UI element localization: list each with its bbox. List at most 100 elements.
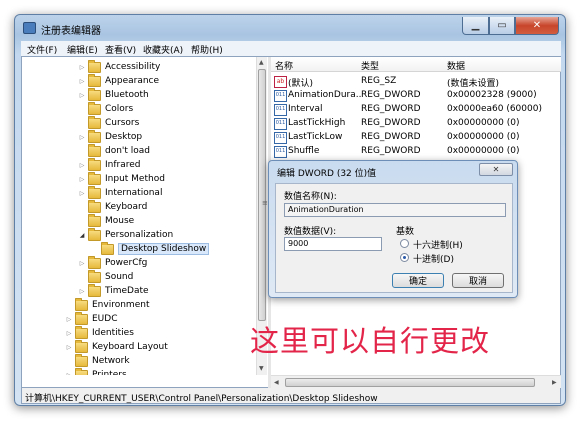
expand-arrow-icon[interactable]: ▷: [78, 288, 86, 295]
tree-node-label: Bluetooth: [105, 90, 149, 100]
maximize-button[interactable]: ▭: [489, 17, 515, 35]
tree-node[interactable]: ▷ Appearance: [78, 73, 159, 88]
tree-node[interactable]: Keyboard: [78, 199, 148, 214]
column-data-header[interactable]: 数据: [447, 59, 465, 72]
expand-arrow-icon[interactable]: ▷: [78, 162, 86, 169]
decimal-radio-label[interactable]: 十进制(D): [413, 252, 454, 265]
hex-radio-label[interactable]: 十六进制(H): [413, 238, 463, 251]
tree-node[interactable]: Cursors: [78, 115, 140, 130]
expand-arrow-icon[interactable]: ▷: [65, 372, 73, 376]
binary-value-icon: 011: [274, 90, 287, 102]
string-value-icon: ab: [274, 76, 287, 88]
tree-node[interactable]: Colors: [78, 101, 133, 116]
list-scroll-thumb[interactable]: [285, 378, 535, 387]
tree-node-label: Personalization: [105, 230, 174, 240]
tree-node[interactable]: don't load: [78, 143, 150, 158]
tree-node-label: Mouse: [105, 216, 135, 226]
menu-favorites[interactable]: 收藏夹(A): [143, 43, 183, 56]
scroll-down-icon[interactable]: ▼: [259, 365, 264, 372]
tree-node[interactable]: ▷ Desktop: [78, 129, 142, 144]
tree-node-label: International: [105, 188, 163, 198]
ok-button[interactable]: 确定: [392, 273, 444, 288]
tree-node[interactable]: ▷ TimeDate: [78, 283, 149, 298]
tree-node-label: Desktop Slideshow: [118, 243, 210, 255]
tree-node[interactable]: ▷ Identities: [65, 325, 134, 340]
list-horizontal-scrollbar[interactable]: ◀ ▶: [271, 375, 561, 388]
tree-node[interactable]: Mouse: [78, 213, 135, 228]
expand-arrow-icon[interactable]: ▷: [65, 330, 73, 337]
cancel-button[interactable]: 取消: [452, 273, 504, 288]
decimal-radio[interactable]: [400, 253, 409, 262]
scroll-up-icon[interactable]: ▲: [259, 59, 264, 66]
title-bar[interactable]: 注册表编辑器 ▁ ▭ ✕: [15, 15, 565, 41]
tree-node[interactable]: ▷ Bluetooth: [78, 87, 149, 102]
tree-node[interactable]: ▷ Input Method: [78, 171, 165, 186]
menu-help[interactable]: 帮助(H): [191, 43, 223, 56]
list-item[interactable]: 011 Shuffle REG_DWORD 0x00000000 (0): [271, 144, 561, 158]
tree-node[interactable]: ▷ Keyboard Layout: [65, 339, 168, 354]
dialog-body: 数值名称(N): AnimationDuration 数值数据(V): 9000…: [275, 183, 513, 293]
tree-node-label: Identities: [92, 328, 134, 338]
tree-node[interactable]: ▷ Accessibility: [78, 59, 160, 74]
hex-radio[interactable]: [400, 239, 409, 248]
tree-node-label: Keyboard: [105, 202, 148, 212]
list-item[interactable]: 011 LastTickLow REG_DWORD 0x00000000 (0): [271, 130, 561, 144]
folder-icon: [75, 367, 88, 375]
expand-arrow-icon[interactable]: ▷: [78, 176, 86, 183]
tree-scroll-thumb[interactable]: [258, 69, 266, 321]
dialog-close-button[interactable]: ✕: [479, 163, 513, 176]
expand-arrow-icon[interactable]: ▷: [78, 134, 86, 141]
tree-node-label: Cursors: [105, 118, 140, 128]
tree-node[interactable]: ▷ PowerCfg: [78, 255, 148, 270]
tree-node[interactable]: ▷ International: [78, 185, 163, 200]
tree-node[interactable]: Sound: [78, 269, 134, 284]
binary-value-icon: 011: [274, 104, 287, 116]
annotation-text: 这里可以自行更改: [250, 324, 491, 358]
expand-arrow-icon[interactable]: ▷: [78, 78, 86, 85]
tree-node[interactable]: ▷ EUDC: [65, 311, 118, 326]
list-item[interactable]: 011 LastTickHigh REG_DWORD 0x00000000 (0): [271, 116, 561, 130]
column-type-header[interactable]: 类型: [361, 59, 379, 72]
menu-bar: 文件(F) 编辑(E) 查看(V) 收藏夹(A) 帮助(H): [21, 41, 561, 56]
expand-arrow-icon[interactable]: ▷: [78, 260, 86, 267]
expand-arrow-icon[interactable]: ▷: [78, 64, 86, 71]
tree-node[interactable]: ▷ Printers: [65, 367, 127, 376]
collapse-arrow-icon[interactable]: ◢: [78, 232, 86, 239]
list-item[interactable]: 011 AnimationDura... REG_DWORD 0x00002328 (…: [271, 88, 561, 102]
tree-node-label: TimeDate: [105, 286, 149, 296]
folder-icon: [88, 143, 101, 157]
cell-type: REG_DWORD: [361, 90, 421, 100]
cell-name: LastTickHigh: [288, 118, 346, 128]
expand-arrow-icon[interactable]: ▷: [78, 92, 86, 99]
tree-node[interactable]: Environment: [65, 297, 149, 312]
menu-edit[interactable]: 编辑(E): [67, 43, 98, 56]
cell-type: REG_SZ: [361, 76, 397, 86]
menu-view[interactable]: 查看(V): [105, 43, 136, 56]
scroll-right-icon[interactable]: ▶: [552, 379, 557, 386]
tree-node-label: Sound: [105, 272, 134, 282]
tree-node-label: Printers: [92, 370, 127, 375]
tree-node-label: PowerCfg: [105, 258, 148, 268]
registry-tree[interactable]: ▷ Accessibility ▷ Appearance ▷ Bluetooth Color…: [22, 57, 254, 375]
close-button[interactable]: ✕: [515, 17, 559, 35]
scroll-left-icon[interactable]: ◀: [274, 379, 279, 386]
tree-node[interactable]: ◢ Personalization: [78, 227, 174, 242]
list-item[interactable]: ab (默认) REG_SZ (数值未设置): [271, 74, 561, 89]
cell-name: Interval: [288, 104, 323, 114]
menu-file[interactable]: 文件(F): [27, 43, 57, 56]
cell-type: REG_DWORD: [361, 104, 421, 114]
expand-arrow-icon[interactable]: ▷: [65, 344, 73, 351]
scroll-grip-icon: ≡: [262, 199, 268, 207]
folder-icon: [88, 87, 101, 101]
expand-arrow-icon[interactable]: ▷: [78, 190, 86, 197]
expand-arrow-icon[interactable]: ▷: [65, 316, 73, 323]
list-item[interactable]: 011 Interval REG_DWORD 0x0000ea60 (60000): [271, 102, 561, 116]
column-name-header[interactable]: 名称: [275, 59, 293, 72]
folder-icon: [88, 171, 101, 185]
tree-node[interactable]: Desktop Slideshow: [91, 241, 210, 256]
minimize-button[interactable]: ▁: [462, 17, 489, 35]
tree-node[interactable]: ▷ Infrared: [78, 157, 141, 172]
status-path: 计算机\HKEY_CURRENT_USER\Control Panel\Pers…: [25, 394, 378, 404]
tree-node[interactable]: Network: [65, 353, 130, 368]
value-data-input[interactable]: 9000: [284, 237, 382, 251]
